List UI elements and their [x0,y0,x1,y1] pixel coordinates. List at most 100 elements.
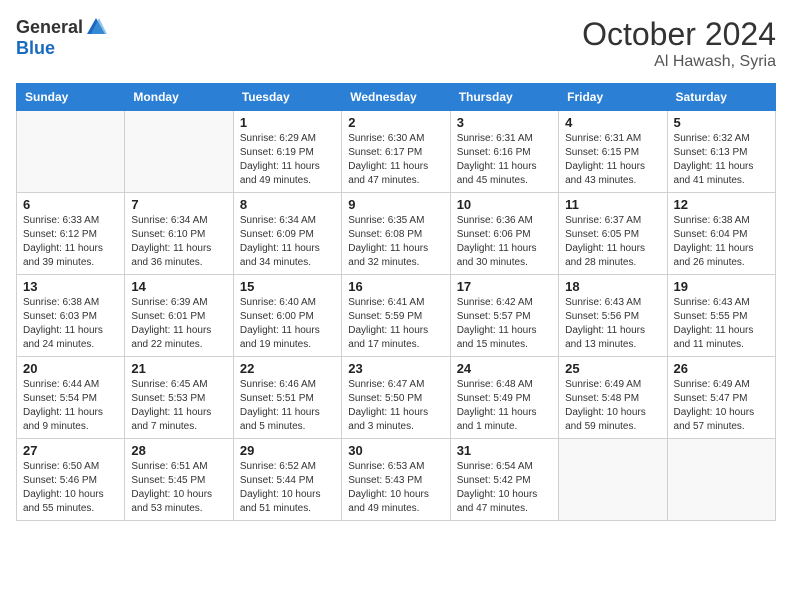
day-number: 4 [565,115,660,130]
logo-icon [85,16,107,38]
day-number: 9 [348,197,443,212]
day-info: Sunrise: 6:49 AMSunset: 5:47 PMDaylight:… [674,378,769,434]
weekday-header: Sunday [17,84,125,111]
day-info: Sunrise: 6:38 AMSunset: 6:03 PMDaylight:… [23,296,118,352]
day-number: 3 [457,115,552,130]
day-number: 15 [240,279,335,294]
day-info: Sunrise: 6:32 AMSunset: 6:13 PMDaylight:… [674,132,769,188]
day-number: 11 [565,197,660,212]
day-number: 1 [240,115,335,130]
day-number: 13 [23,279,118,294]
calendar-cell: 18 Sunrise: 6:43 AMSunset: 5:56 PMDayligh… [559,275,667,357]
calendar-cell [667,439,775,521]
location: Al Hawash, Syria [582,53,776,71]
day-info: Sunrise: 6:40 AMSunset: 6:00 PMDaylight:… [240,296,335,352]
calendar-cell: 10 Sunrise: 6:36 AMSunset: 6:06 PMDayligh… [450,193,558,275]
calendar-header: SundayMondayTuesdayWednesdayThursdayFrid… [17,84,776,111]
day-number: 16 [348,279,443,294]
day-number: 19 [674,279,769,294]
logo-general-text: General [16,17,83,38]
day-info: Sunrise: 6:34 AMSunset: 6:09 PMDaylight:… [240,214,335,270]
day-number: 20 [23,361,118,376]
calendar-cell: 11 Sunrise: 6:37 AMSunset: 6:05 PMDayligh… [559,193,667,275]
day-number: 10 [457,197,552,212]
calendar-cell: 1 Sunrise: 6:29 AMSunset: 6:19 PMDaylight… [233,111,341,193]
calendar-cell: 17Sunrise: 6:42 AMSunset: 5:57 PMDayligh… [450,275,558,357]
calendar-cell: 25 Sunrise: 6:49 AMSunset: 5:48 PMDayligh… [559,357,667,439]
day-info: Sunrise: 6:37 AMSunset: 6:05 PMDaylight:… [565,214,660,270]
header: General Blue October 2024 Al Hawash, Syr… [16,16,776,71]
day-number: 27 [23,443,118,458]
calendar-cell: 14 Sunrise: 6:39 AMSunset: 6:01 PMDayligh… [125,275,233,357]
calendar-cell: 21Sunrise: 6:45 AMSunset: 5:53 PMDayligh… [125,357,233,439]
calendar-cell: 27 Sunrise: 6:50 AMSunset: 5:46 PMDayligh… [17,439,125,521]
calendar-week-row: 1 Sunrise: 6:29 AMSunset: 6:19 PMDaylight… [17,111,776,193]
day-number: 18 [565,279,660,294]
day-number: 21 [131,361,226,376]
calendar-week-row: 13 Sunrise: 6:38 AMSunset: 6:03 PMDayligh… [17,275,776,357]
calendar-cell: 20 Sunrise: 6:44 AMSunset: 5:54 PMDayligh… [17,357,125,439]
calendar-cell [125,111,233,193]
day-info: Sunrise: 6:39 AMSunset: 6:01 PMDaylight:… [131,296,226,352]
calendar-cell: 13 Sunrise: 6:38 AMSunset: 6:03 PMDayligh… [17,275,125,357]
day-info: Sunrise: 6:44 AMSunset: 5:54 PMDaylight:… [23,378,118,434]
calendar-cell: 30 Sunrise: 6:53 AMSunset: 5:43 PMDayligh… [342,439,450,521]
day-info: Sunrise: 6:49 AMSunset: 5:48 PMDaylight:… [565,378,660,434]
title-area: October 2024 Al Hawash, Syria [582,16,776,71]
day-info: Sunrise: 6:31 AMSunset: 6:15 PMDaylight:… [565,132,660,188]
calendar-cell: 28 Sunrise: 6:51 AMSunset: 5:45 PMDayligh… [125,439,233,521]
weekday-header: Thursday [450,84,558,111]
weekday-header: Monday [125,84,233,111]
calendar-cell: 8 Sunrise: 6:34 AMSunset: 6:09 PMDaylight… [233,193,341,275]
weekday-header: Wednesday [342,84,450,111]
day-info: Sunrise: 6:38 AMSunset: 6:04 PMDaylight:… [674,214,769,270]
day-number: 6 [23,197,118,212]
logo: General Blue [16,16,107,59]
day-number: 31 [457,443,552,458]
day-number: 28 [131,443,226,458]
calendar-cell: 15 Sunrise: 6:40 AMSunset: 6:00 PMDayligh… [233,275,341,357]
calendar: SundayMondayTuesdayWednesdayThursdayFrid… [16,83,776,521]
calendar-cell: 31Sunrise: 6:54 AMSunset: 5:42 PMDayligh… [450,439,558,521]
day-info: Sunrise: 6:47 AMSunset: 5:50 PMDaylight:… [348,378,443,434]
day-info: Sunrise: 6:36 AMSunset: 6:06 PMDaylight:… [457,214,552,270]
calendar-cell: 9Sunrise: 6:35 AMSunset: 6:08 PMDaylight… [342,193,450,275]
day-number: 2 [348,115,443,130]
calendar-cell: 4 Sunrise: 6:31 AMSunset: 6:15 PMDaylight… [559,111,667,193]
day-number: 8 [240,197,335,212]
day-info: Sunrise: 6:30 AMSunset: 6:17 PMDaylight:… [348,132,443,188]
day-number: 30 [348,443,443,458]
day-info: Sunrise: 6:29 AMSunset: 6:19 PMDaylight:… [240,132,335,188]
weekday-header: Saturday [667,84,775,111]
day-number: 22 [240,361,335,376]
day-info: Sunrise: 6:46 AMSunset: 5:51 PMDaylight:… [240,378,335,434]
day-info: Sunrise: 6:34 AMSunset: 6:10 PMDaylight:… [131,214,226,270]
day-number: 23 [348,361,443,376]
day-info: Sunrise: 6:51 AMSunset: 5:45 PMDaylight:… [131,460,226,516]
weekday-header: Friday [559,84,667,111]
calendar-cell: 6 Sunrise: 6:33 AMSunset: 6:12 PMDaylight… [17,193,125,275]
day-info: Sunrise: 6:42 AMSunset: 5:57 PMDaylight:… [457,296,552,352]
calendar-cell: 12Sunrise: 6:38 AMSunset: 6:04 PMDayligh… [667,193,775,275]
day-number: 25 [565,361,660,376]
calendar-cell: 23 Sunrise: 6:47 AMSunset: 5:50 PMDayligh… [342,357,450,439]
day-info: Sunrise: 6:53 AMSunset: 5:43 PMDaylight:… [348,460,443,516]
day-info: Sunrise: 6:50 AMSunset: 5:46 PMDaylight:… [23,460,118,516]
calendar-week-row: 27 Sunrise: 6:50 AMSunset: 5:46 PMDayligh… [17,439,776,521]
day-info: Sunrise: 6:31 AMSunset: 6:16 PMDaylight:… [457,132,552,188]
day-info: Sunrise: 6:33 AMSunset: 6:12 PMDaylight:… [23,214,118,270]
day-number: 26 [674,361,769,376]
day-info: Sunrise: 6:41 AMSunset: 5:59 PMDaylight:… [348,296,443,352]
day-info: Sunrise: 6:43 AMSunset: 5:56 PMDaylight:… [565,296,660,352]
calendar-cell: 2 Sunrise: 6:30 AMSunset: 6:17 PMDaylight… [342,111,450,193]
day-info: Sunrise: 6:43 AMSunset: 5:55 PMDaylight:… [674,296,769,352]
calendar-week-row: 20 Sunrise: 6:44 AMSunset: 5:54 PMDayligh… [17,357,776,439]
day-number: 14 [131,279,226,294]
calendar-cell [17,111,125,193]
day-number: 29 [240,443,335,458]
day-number: 7 [131,197,226,212]
calendar-cell: 24Sunrise: 6:48 AMSunset: 5:49 PMDayligh… [450,357,558,439]
calendar-cell: 19 Sunrise: 6:43 AMSunset: 5:55 PMDayligh… [667,275,775,357]
calendar-cell [559,439,667,521]
calendar-cell: 5Sunrise: 6:32 AMSunset: 6:13 PMDaylight… [667,111,775,193]
